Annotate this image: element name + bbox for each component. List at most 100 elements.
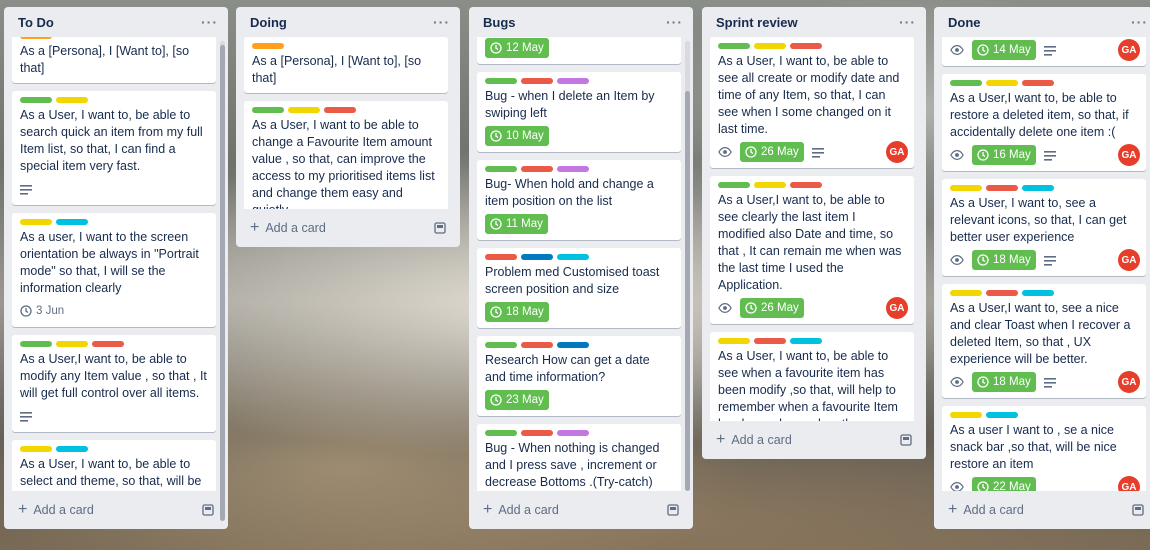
add-card-button[interactable]: + Add a card — [244, 215, 452, 241]
label-green[interactable] — [20, 97, 52, 103]
card-template-icon[interactable] — [900, 434, 912, 446]
label-sky[interactable] — [1022, 185, 1054, 191]
due-date-badge[interactable]: 18 May — [485, 302, 549, 322]
card-template-icon[interactable] — [202, 504, 214, 516]
card[interactable]: Problem med Customised toast screen posi… — [477, 248, 681, 328]
add-card-button[interactable]: + Add a card — [710, 427, 918, 453]
label-sky[interactable] — [557, 254, 589, 260]
avatar[interactable]: GA — [1118, 144, 1140, 166]
label-red[interactable] — [485, 254, 517, 260]
label-yellow[interactable] — [986, 80, 1018, 86]
avatar[interactable]: GA — [1118, 39, 1140, 61]
card[interactable]: As a User, I want to be able to change a… — [244, 101, 448, 209]
list-menu-icon[interactable]: ··· — [433, 14, 450, 30]
card[interactable]: As a User, I want to, be able to see whe… — [710, 332, 914, 421]
label-red[interactable] — [754, 338, 786, 344]
card[interactable]: As a user, I want to the screen orientat… — [12, 213, 216, 327]
card[interactable]: Bug - when I delete an Item by swiping l… — [477, 72, 681, 152]
card[interactable]: As a User, I want to, be able to see all… — [710, 37, 914, 168]
avatar[interactable]: GA — [1118, 371, 1140, 393]
label-red[interactable] — [790, 182, 822, 188]
label-yellow[interactable] — [950, 185, 982, 191]
label-red[interactable] — [521, 166, 553, 172]
due-date-badge[interactable]: 16 May — [972, 145, 1036, 165]
card[interactable]: As a User,I want to, be able to see clea… — [710, 176, 914, 324]
label-yellow[interactable] — [20, 219, 52, 225]
label-green[interactable] — [950, 80, 982, 86]
card[interactable]: As a User,I want to, see a nice and clea… — [942, 284, 1146, 398]
card[interactable]: 12 May — [477, 37, 681, 64]
card-template-icon[interactable] — [667, 504, 679, 516]
label-red[interactable] — [521, 342, 553, 348]
label-sky[interactable] — [56, 446, 88, 452]
label-red[interactable] — [521, 78, 553, 84]
card-template-icon[interactable] — [434, 222, 446, 234]
label-yellow[interactable] — [950, 412, 982, 418]
avatar[interactable]: GA — [886, 141, 908, 163]
card[interactable]: As a User, I want to, be able to search … — [12, 91, 216, 205]
label-red[interactable] — [790, 43, 822, 49]
label-red[interactable] — [986, 290, 1018, 296]
scrollbar-thumb[interactable] — [220, 45, 225, 521]
avatar[interactable]: GA — [886, 297, 908, 319]
card[interactable]: Research How can get a date and time inf… — [477, 336, 681, 416]
label-green[interactable] — [485, 430, 517, 436]
card[interactable]: As a User, I want to, be able to select … — [12, 440, 216, 491]
label-yellow[interactable] — [56, 97, 88, 103]
label-red[interactable] — [1022, 80, 1054, 86]
due-date-badge[interactable]: 14 May — [972, 40, 1036, 60]
due-date-badge[interactable]: 12 May — [485, 38, 549, 58]
list-menu-icon[interactable]: ··· — [1131, 14, 1148, 30]
label-yellow[interactable] — [20, 446, 52, 452]
list-title[interactable]: Sprint review — [716, 15, 798, 30]
label-yellow[interactable] — [754, 182, 786, 188]
avatar[interactable]: GA — [1118, 476, 1140, 491]
label-green[interactable] — [485, 166, 517, 172]
card[interactable]: As a User, I want to, see a relevant ico… — [942, 179, 1146, 276]
card[interactable]: As a [Persona], I [Want to], [so that] — [12, 37, 216, 83]
list-title[interactable]: Doing — [250, 15, 287, 30]
label-blue[interactable] — [521, 254, 553, 260]
label-green[interactable] — [718, 43, 750, 49]
add-card-button[interactable]: + Add a card — [12, 497, 220, 523]
card[interactable]: Bug- When hold and change a item positio… — [477, 160, 681, 240]
avatar[interactable]: GA — [1118, 249, 1140, 271]
label-purple[interactable] — [557, 166, 589, 172]
due-date-badge[interactable]: 26 May — [740, 142, 804, 162]
label-yellow[interactable] — [718, 338, 750, 344]
add-card-button[interactable]: + Add a card — [942, 497, 1150, 523]
list-menu-icon[interactable]: ··· — [201, 14, 218, 30]
card-template-icon[interactable] — [1132, 504, 1144, 516]
due-date-badge[interactable]: 3 Jun — [20, 301, 64, 321]
scrollbar-thumb[interactable] — [685, 91, 690, 491]
label-green[interactable] — [485, 342, 517, 348]
label-orange[interactable] — [20, 37, 52, 39]
due-date-badge[interactable]: 10 May — [485, 126, 549, 146]
label-yellow[interactable] — [288, 107, 320, 113]
due-date-badge[interactable]: 23 May — [485, 390, 549, 410]
list-menu-icon[interactable]: ··· — [899, 14, 916, 30]
list-title[interactable]: Done — [948, 15, 981, 30]
list-title[interactable]: Bugs — [483, 15, 516, 30]
label-sky[interactable] — [986, 412, 1018, 418]
label-green[interactable] — [20, 341, 52, 347]
card[interactable]: As a [Persona], I [Want to], [so that] — [244, 37, 448, 93]
due-date-badge[interactable]: 26 May — [740, 298, 804, 318]
label-red[interactable] — [92, 341, 124, 347]
label-yellow[interactable] — [56, 341, 88, 347]
due-date-badge[interactable]: 18 May — [972, 372, 1036, 392]
label-yellow[interactable] — [754, 43, 786, 49]
label-yellow[interactable] — [950, 290, 982, 296]
card[interactable]: Bug - When nothing is changed and I pres… — [477, 424, 681, 491]
label-red[interactable] — [521, 430, 553, 436]
label-red[interactable] — [324, 107, 356, 113]
scrollbar[interactable] — [685, 41, 690, 491]
label-sky[interactable] — [1022, 290, 1054, 296]
card[interactable]: As a User,I want to, be able to restore … — [942, 74, 1146, 171]
due-date-badge[interactable]: 18 May — [972, 250, 1036, 270]
card[interactable]: As a User,I want to, be able to modify a… — [12, 335, 216, 432]
scrollbar[interactable] — [220, 41, 225, 521]
label-green[interactable] — [485, 78, 517, 84]
label-blue[interactable] — [557, 342, 589, 348]
label-red[interactable] — [986, 185, 1018, 191]
